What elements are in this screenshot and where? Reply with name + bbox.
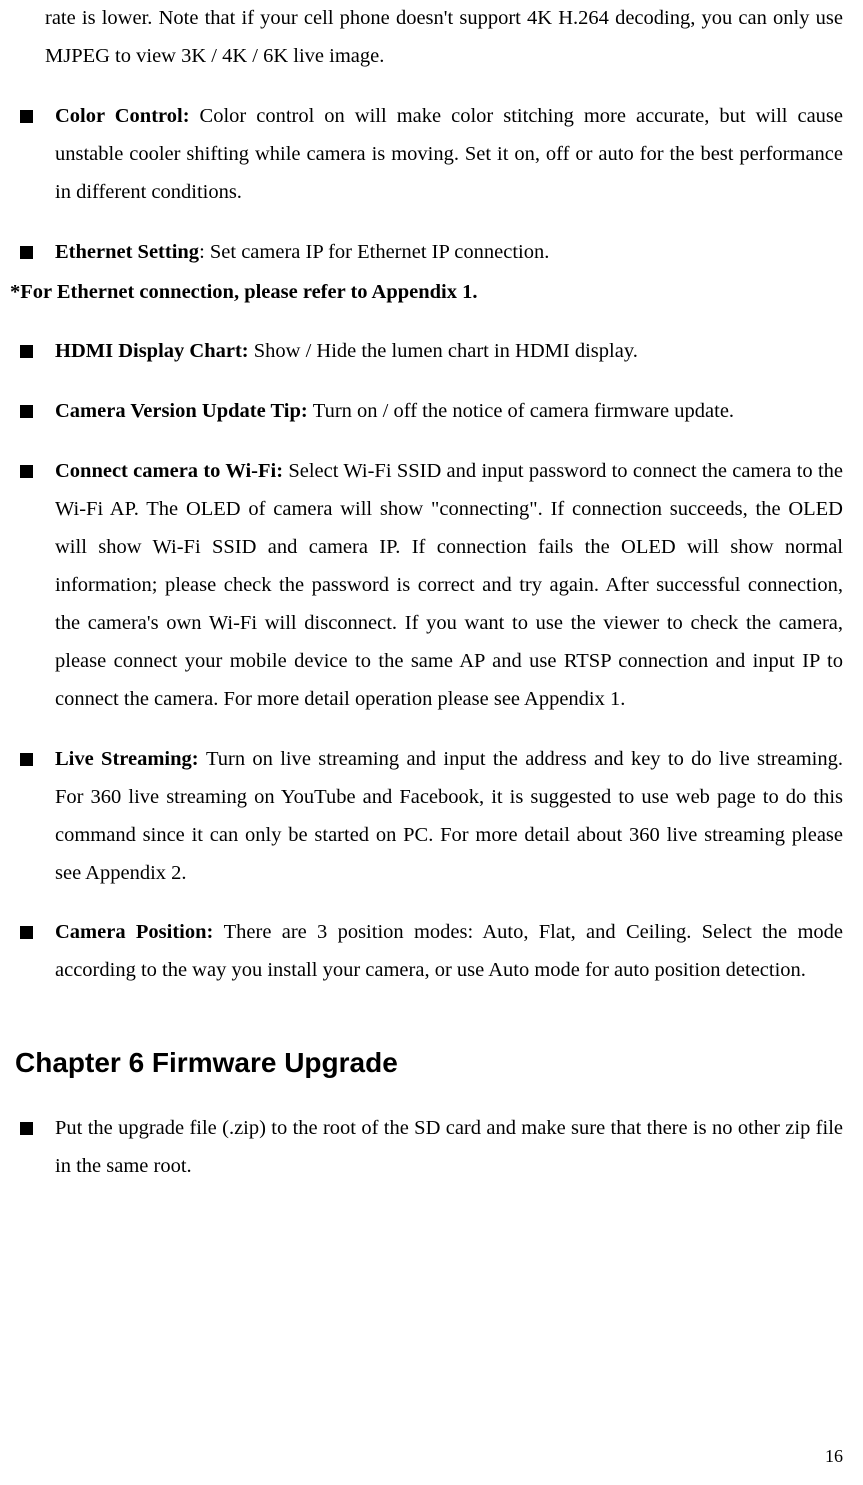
item-body: Put the upgrade file (.zip) to the root …	[55, 1117, 843, 1177]
bullet-text: Color Control: Color control on will mak…	[55, 98, 843, 212]
bullet-text: Connect camera to Wi-Fi: Select Wi-Fi SS…	[55, 453, 843, 718]
bullet-text: Put the upgrade file (.zip) to the root …	[55, 1110, 843, 1186]
item-title: Color Control:	[55, 105, 200, 127]
list-item: Live Streaming: Turn on live streaming a…	[45, 741, 843, 893]
page-number: 16	[825, 1440, 843, 1473]
top-fragment-text: rate is lower. Note that if your cell ph…	[45, 0, 843, 76]
item-title: Ethernet Setting	[55, 241, 199, 263]
item-body: Turn on / off the notice of camera firmw…	[313, 400, 734, 422]
square-bullet-icon	[20, 753, 33, 766]
square-bullet-icon	[20, 110, 33, 123]
item-body: Select Wi-Fi SSID and input password to …	[55, 460, 843, 710]
list-item: Ethernet Setting: Set camera IP for Ethe…	[45, 234, 843, 272]
square-bullet-icon	[20, 246, 33, 259]
item-body: : Set camera IP for Ethernet IP connecti…	[199, 241, 549, 263]
item-title: Camera Position:	[55, 921, 224, 943]
item-body: Show / Hide the lumen chart in HDMI disp…	[254, 340, 638, 362]
list-item: Camera Position: There are 3 position mo…	[45, 914, 843, 990]
square-bullet-icon	[20, 926, 33, 939]
bullet-text: HDMI Display Chart: Show / Hide the lume…	[55, 333, 843, 371]
list-item: Connect camera to Wi-Fi: Select Wi-Fi SS…	[45, 453, 843, 718]
list-item: Put the upgrade file (.zip) to the root …	[45, 1110, 843, 1186]
square-bullet-icon	[20, 345, 33, 358]
list-item: HDMI Display Chart: Show / Hide the lume…	[45, 333, 843, 371]
list-item: Camera Version Update Tip: Turn on / off…	[45, 393, 843, 431]
square-bullet-icon	[20, 465, 33, 478]
item-title: Connect camera to Wi-Fi:	[55, 460, 288, 482]
bullet-text: Camera Version Update Tip: Turn on / off…	[55, 393, 843, 431]
item-title: Camera Version Update Tip:	[55, 400, 313, 422]
item-title: Live Streaming:	[55, 748, 206, 770]
square-bullet-icon	[20, 405, 33, 418]
bullet-text: Ethernet Setting: Set camera IP for Ethe…	[55, 234, 843, 272]
square-bullet-icon	[20, 1122, 33, 1135]
bullet-text: Camera Position: There are 3 position mo…	[55, 914, 843, 990]
chapter-heading: Chapter 6 Firmware Upgrade	[15, 1045, 843, 1081]
item-title: HDMI Display Chart:	[55, 340, 254, 362]
list-item: Color Control: Color control on will mak…	[45, 98, 843, 212]
ethernet-note: *For Ethernet connection, please refer t…	[10, 274, 843, 312]
bullet-text: Live Streaming: Turn on live streaming a…	[55, 741, 843, 893]
